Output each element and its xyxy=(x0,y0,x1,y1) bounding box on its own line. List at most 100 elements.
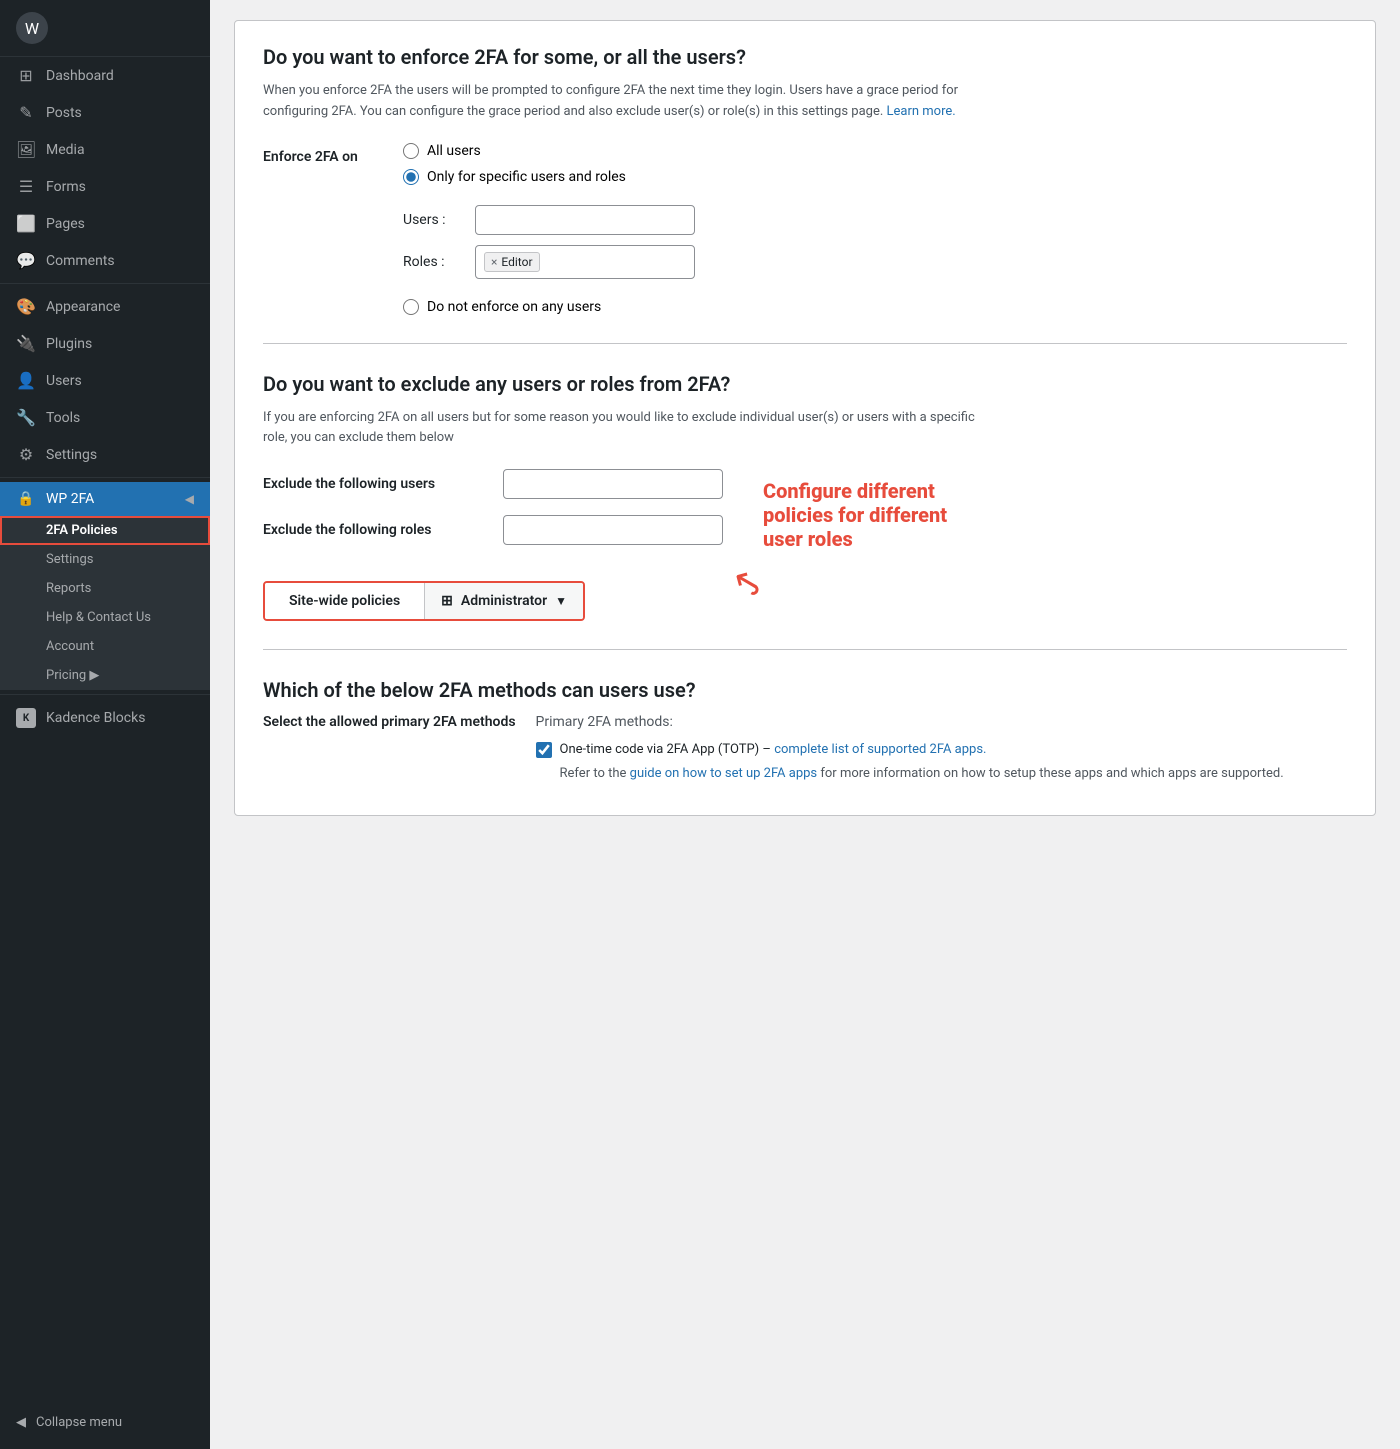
posts-icon: ✎ xyxy=(16,103,36,122)
radio-all-users-label: All users xyxy=(427,143,481,159)
tab-site-wide[interactable]: Site-wide policies xyxy=(265,583,425,619)
sidebar-item-label: Appearance xyxy=(46,299,120,315)
radio-specific[interactable]: Only for specific users and roles xyxy=(403,169,1347,185)
checkbox-totp: One-time code via 2FA App (TOTP) – compl… xyxy=(536,740,1347,783)
exclude-users-input[interactable] xyxy=(503,469,723,499)
enforce-options: All users Only for specific users and ro… xyxy=(403,143,1347,315)
exclude-title: Do you want to exclude any users or role… xyxy=(263,372,1347,396)
forms-icon: ☰ xyxy=(16,177,36,196)
enforce-title: Do you want to enforce 2FA for some, or … xyxy=(263,45,1347,69)
exclude-roles-label: Exclude the following roles xyxy=(263,522,483,538)
learn-more-link[interactable]: Learn more. xyxy=(887,104,956,119)
section-separator-2 xyxy=(263,649,1347,650)
enforce-label: Enforce 2FA on xyxy=(263,143,383,165)
roles-tag-input[interactable]: × Editor xyxy=(475,245,695,279)
sidebar-item-appearance[interactable]: 🎨 Appearance xyxy=(0,288,210,325)
media-icon: 🖼 xyxy=(16,140,36,159)
sidebar-item-label: Users xyxy=(46,373,82,389)
sidebar-item-posts[interactable]: ✎ Posts xyxy=(0,94,210,131)
methods-field: Primary 2FA methods: One-time code via 2… xyxy=(536,714,1347,791)
tab-administrator[interactable]: ⊞ Administrator ▼ xyxy=(425,583,583,619)
users-icon: 👤 xyxy=(16,371,36,390)
editor-tag: × Editor xyxy=(484,252,540,272)
sidebar-item-label: Forms xyxy=(46,179,86,195)
guide-link[interactable]: guide on how to set up 2FA apps xyxy=(630,766,818,781)
kadence-icon: K xyxy=(16,708,36,728)
radio-all-users[interactable]: All users xyxy=(403,143,1347,159)
methods-select-label: Select the allowed primary 2FA methods xyxy=(263,714,516,730)
exclude-roles-input[interactable] xyxy=(503,515,723,545)
radio-all-users-input[interactable] xyxy=(403,143,419,159)
sidebar-item-label: Pages xyxy=(46,216,85,232)
main-content: Do you want to enforce 2FA for some, or … xyxy=(210,0,1400,1449)
tab-icon: ⊞ xyxy=(441,593,453,609)
editor-tag-remove[interactable]: × xyxy=(491,255,497,269)
sidebar-nav: ⊞ Dashboard ✎ Posts 🖼 Media ☰ Forms ⬜ Pa… xyxy=(0,57,210,482)
exclude-users-row: Exclude the following users xyxy=(263,469,723,499)
sidebar: W ⊞ Dashboard ✎ Posts 🖼 Media ☰ Forms ⬜ … xyxy=(0,0,210,1449)
submenu-item-settings[interactable]: Settings xyxy=(0,545,210,574)
tools-icon: 🔧 xyxy=(16,408,36,427)
totp-link[interactable]: complete list of supported 2FA apps. xyxy=(774,742,986,757)
sidebar-item-pages[interactable]: ⬜ Pages xyxy=(0,205,210,242)
annotation-text: Configure different policies for differe… xyxy=(763,479,963,551)
sidebar-item-kadence[interactable]: K Kadence Blocks xyxy=(0,699,210,737)
sidebar-item-settings[interactable]: ⚙ Settings xyxy=(0,436,210,473)
exclude-fields: Exclude the following users Exclude the … xyxy=(263,469,723,561)
wp2fa-icon: 🔒 xyxy=(16,491,36,507)
settings-icon: ⚙ xyxy=(16,445,36,464)
submenu-item-pricing[interactable]: Pricing ▶ xyxy=(0,661,210,690)
radio-specific-input[interactable] xyxy=(403,169,419,185)
nav-divider-2 xyxy=(0,477,210,478)
comments-icon: 💬 xyxy=(16,251,36,270)
radio-specific-label: Only for specific users and roles xyxy=(427,169,626,185)
sidebar-item-dashboard[interactable]: ⊞ Dashboard xyxy=(0,57,210,94)
submenu-item-help[interactable]: Help & Contact Us xyxy=(0,603,210,632)
sidebar-item-comments[interactable]: 💬 Comments xyxy=(0,242,210,279)
collapse-label: Collapse menu xyxy=(36,1415,122,1430)
sidebar-item-plugins[interactable]: 🔌 Plugins xyxy=(0,325,210,362)
enforce-desc: When you enforce 2FA the users will be p… xyxy=(263,81,983,123)
enforce-section: Do you want to enforce 2FA for some, or … xyxy=(234,20,1376,816)
collapse-icon: ◀ xyxy=(16,1415,26,1430)
submenu-item-reports[interactable]: Reports xyxy=(0,574,210,603)
wp2fa-header[interactable]: 🔒 WP 2FA ◀ xyxy=(0,482,210,516)
collapse-menu-button[interactable]: ◀ Collapse menu xyxy=(0,1406,210,1439)
methods-title: Which of the below 2FA methods can users… xyxy=(263,678,1347,702)
radio-none[interactable]: Do not enforce on any users xyxy=(403,299,1347,315)
tab-bar-wrapper: Site-wide policies ⊞ Administrator ▼ xyxy=(263,581,1347,621)
exclude-roles-row: Exclude the following roles xyxy=(263,515,723,545)
sidebar-item-label: Comments xyxy=(46,253,115,269)
dashboard-icon: ⊞ xyxy=(16,66,36,85)
wp2fa-arrow-icon: ◀ xyxy=(185,492,194,506)
sidebar-item-label: Media xyxy=(46,142,85,158)
sidebar-item-label: Tools xyxy=(46,410,80,426)
submenu-item-account[interactable]: Account xyxy=(0,632,210,661)
sidebar-footer: ◀ Collapse menu xyxy=(0,1406,210,1449)
submenu-item-2fa-policies[interactable]: 2FA Policies xyxy=(0,516,210,545)
wordpress-logo: W xyxy=(16,12,48,44)
exclude-section-wrapper: Exclude the following users Exclude the … xyxy=(263,469,1347,561)
users-input[interactable] xyxy=(475,205,695,235)
checkbox-totp-label: One-time code via 2FA App (TOTP) – compl… xyxy=(560,740,1284,760)
radio-none-input[interactable] xyxy=(403,299,419,315)
methods-header: Primary 2FA methods: xyxy=(536,714,1347,730)
sidebar-item-media[interactable]: 🖼 Media xyxy=(0,131,210,168)
plugins-icon: 🔌 xyxy=(16,334,36,353)
sidebar-item-tools[interactable]: 🔧 Tools xyxy=(0,399,210,436)
sidebar-item-label: Plugins xyxy=(46,336,92,352)
sidebar-item-forms[interactable]: ☰ Forms xyxy=(0,168,210,205)
kadence-label: Kadence Blocks xyxy=(46,710,145,726)
appearance-icon: 🎨 xyxy=(16,297,36,316)
checkbox-totp-input[interactable] xyxy=(536,742,552,758)
sidebar-item-users[interactable]: 👤 Users xyxy=(0,362,210,399)
wp2fa-submenu: 2FA Policies Settings Reports Help & Con… xyxy=(0,516,210,690)
nav-divider-3 xyxy=(0,694,210,695)
editor-tag-label: Editor xyxy=(501,255,532,269)
enforce-form-row: Enforce 2FA on All users Only for specif… xyxy=(263,143,1347,315)
roles-field-row: Roles : × Editor xyxy=(403,245,1347,279)
annotation: Configure different policies for differe… xyxy=(753,479,963,551)
pages-icon: ⬜ xyxy=(16,214,36,233)
wp2fa-section: 🔒 WP 2FA ◀ 2FA Policies Settings Reports… xyxy=(0,482,210,690)
sidebar-item-label: Posts xyxy=(46,105,82,121)
